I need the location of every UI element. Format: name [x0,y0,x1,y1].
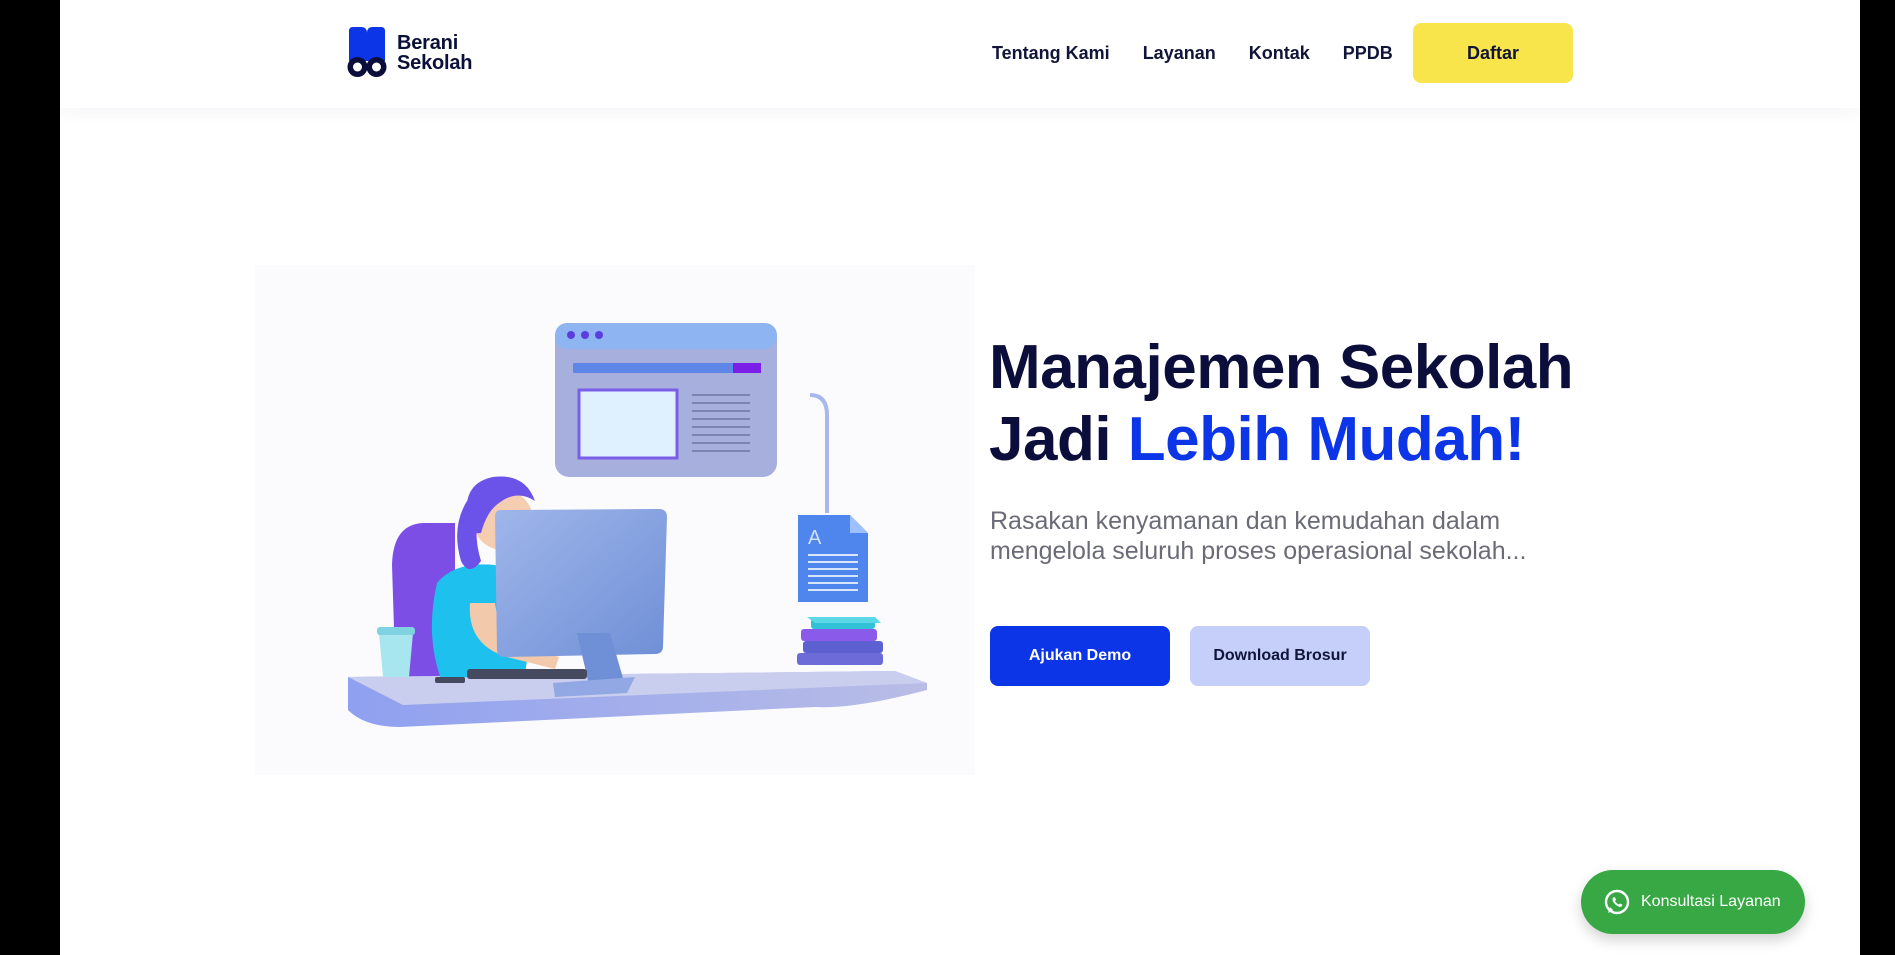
nav-link-tentang-kami[interactable]: Tentang Kami [992,43,1110,64]
hero-subtitle-line2: mengelola seluruh proses operasional sek… [990,537,1527,565]
hero-title-accent: Lebih Mudah! [1127,405,1525,474]
navbar: Berani Sekolah Tentang Kami Layanan Kont… [60,0,1860,108]
svg-text:A: A [808,527,822,549]
ajukan-demo-button[interactable]: Ajukan Demo [990,626,1170,686]
brand-name-line2: Sekolah [397,52,473,74]
brand-name: Berani Sekolah [397,32,473,74]
page: Berani Sekolah Tentang Kami Layanan Kont… [60,0,1860,955]
hero-subtitle: Rasakan kenyamanan dan kemudahan dalam m… [990,506,1610,566]
nav-link-ppdb[interactable]: PPDB [1343,43,1393,64]
hero-title: Manajemen Sekolah Jadi Lebih Mudah! [989,332,1639,476]
whatsapp-icon [1604,889,1630,915]
brand-name-line1: Berani [397,32,459,54]
document-graphic: A [798,515,868,602]
daftar-button[interactable]: Daftar [1413,23,1573,83]
download-brosur-button[interactable]: Download Brosur [1190,626,1370,686]
main-nav: Tentang Kami Layanan Kontak PPDB [992,43,1393,64]
person-working-at-computer-illustration: A [255,265,975,775]
browser-window-graphic [555,323,777,477]
nav-link-layanan[interactable]: Layanan [1143,43,1216,64]
hero-title-line2-prefix: Jadi [989,405,1128,474]
brand-logo[interactable]: Berani Sekolah [345,27,473,79]
konsultasi-layanan-button[interactable]: Konsultasi Layanan [1581,870,1805,934]
hero-title-line1: Manajemen Sekolah [989,333,1574,402]
konsultasi-layanan-label: Konsultasi Layanan [1641,893,1781,910]
berani-sekolah-logo-icon [347,27,387,77]
hero-subtitle-line1: Rasakan kenyamanan dan kemudahan dalam [990,507,1501,535]
nav-link-kontak[interactable]: Kontak [1249,43,1310,64]
